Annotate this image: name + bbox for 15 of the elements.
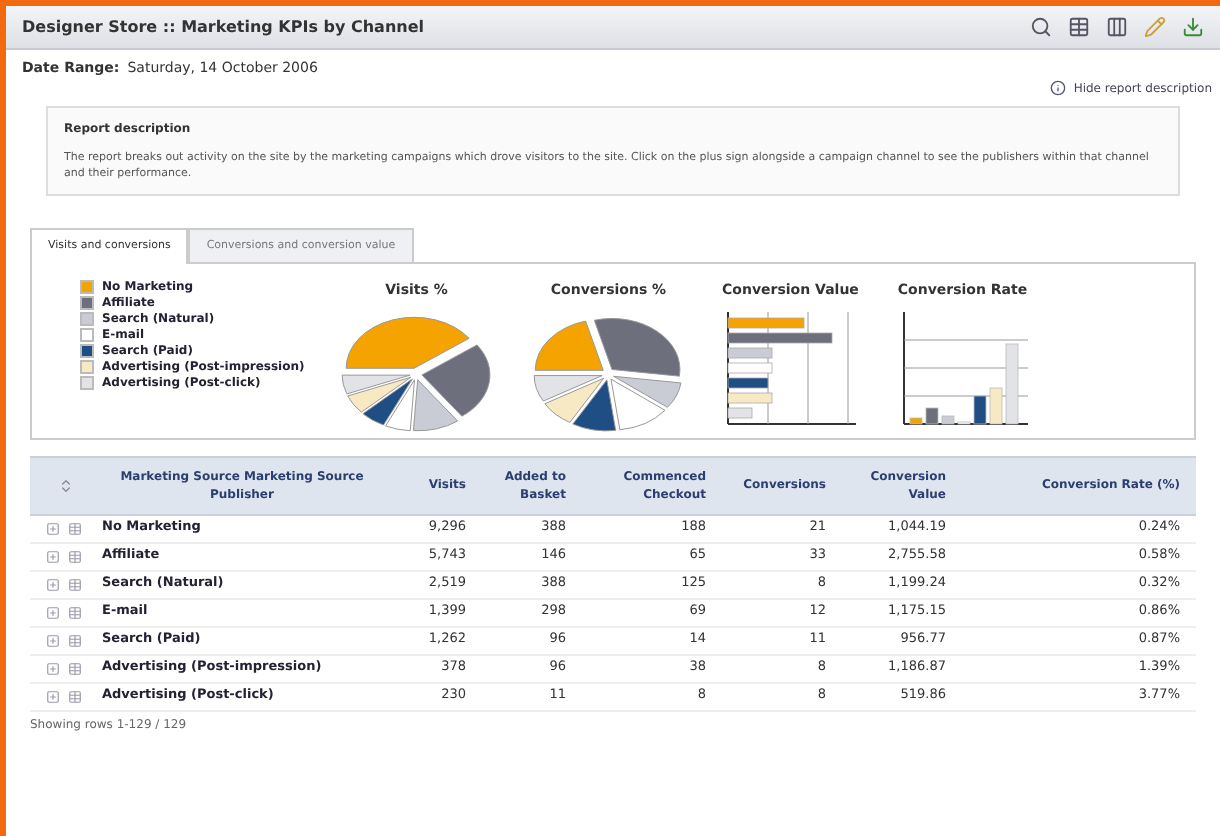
download-icon[interactable] (1182, 16, 1204, 38)
expand-icon[interactable] (46, 661, 60, 676)
expand-icon[interactable] (46, 633, 60, 648)
expand-icon[interactable] (46, 521, 60, 536)
pencil-icon[interactable] (1144, 16, 1166, 38)
columns-icon[interactable] (1106, 16, 1128, 38)
sort-icon[interactable] (58, 477, 74, 494)
expand-icon[interactable] (46, 549, 60, 564)
expand-icon[interactable] (46, 605, 60, 620)
expand-icon[interactable] (46, 689, 60, 704)
info-icon (1049, 80, 1066, 96)
search-icon[interactable] (1030, 16, 1052, 38)
expand-icon[interactable] (46, 577, 60, 592)
table-icon[interactable] (1068, 16, 1090, 38)
window-title: Designer Store :: Marketing KPIs by Channel (22, 15, 425, 39)
